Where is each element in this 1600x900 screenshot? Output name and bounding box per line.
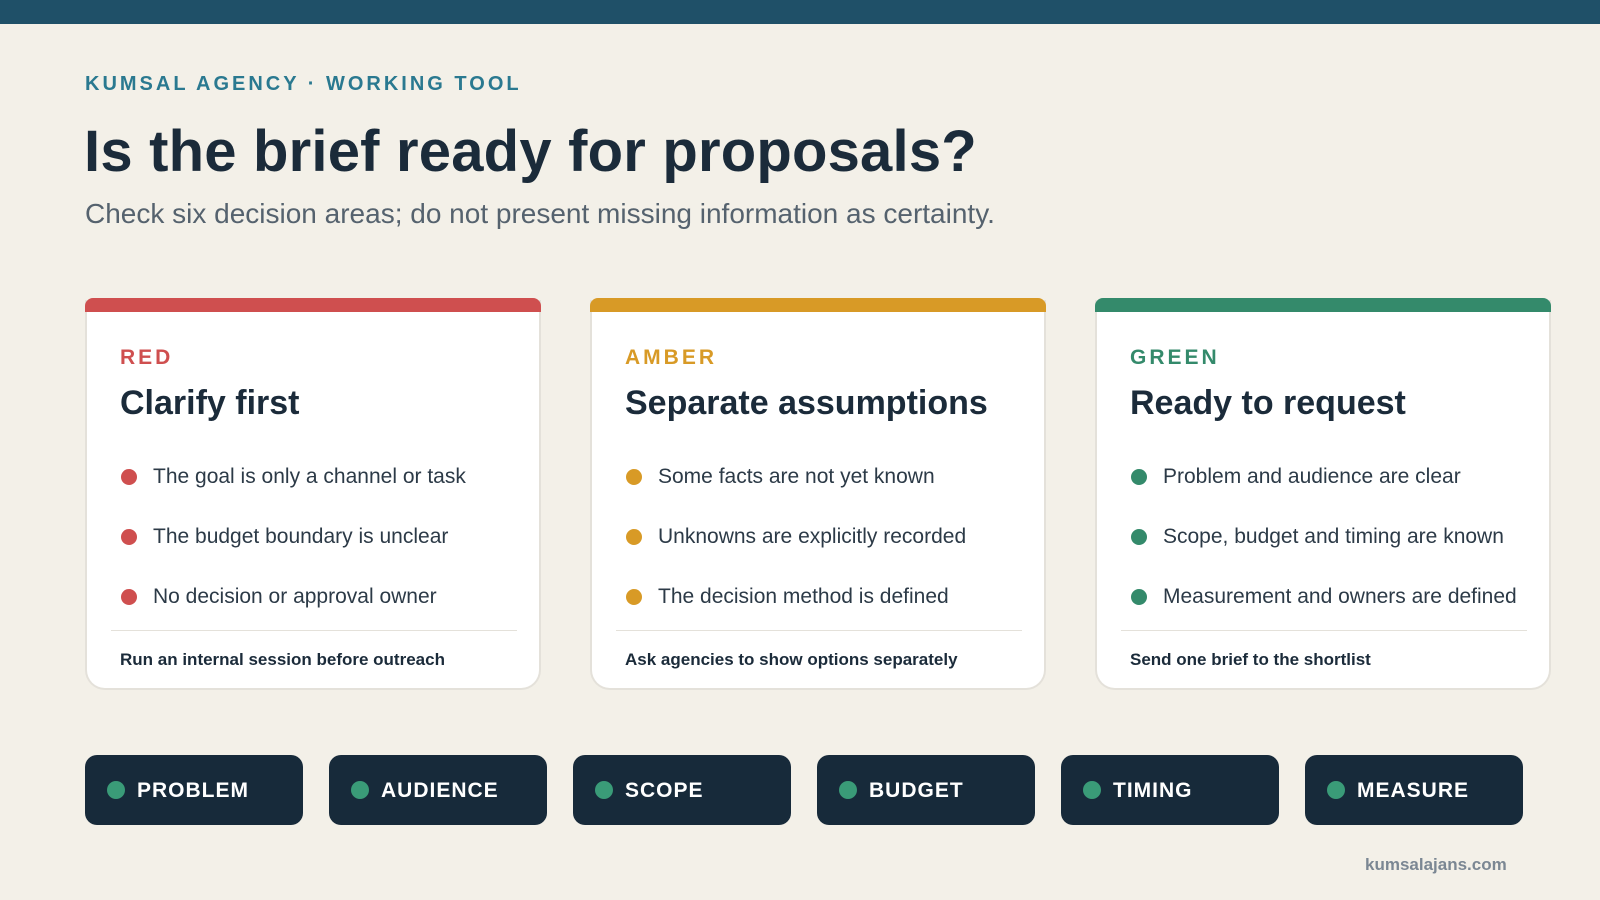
page-subtitle: Check six decision areas; do not present… [85, 198, 995, 229]
card-title: Ready to request [1130, 384, 1406, 422]
list-item: Problem and audience are clear [1130, 462, 1530, 522]
card-action: Ask agencies to show options separately [625, 650, 958, 669]
bullet-dot-icon [626, 469, 642, 485]
card-accent-bar [590, 298, 1046, 312]
list-item: Scope, budget and timing are known [1130, 522, 1530, 582]
status-dot-icon [1083, 781, 1101, 799]
list-item: Unknowns are explicitly recorded [625, 522, 1025, 582]
bullet-dot-icon [1131, 529, 1147, 545]
bullet-dot-icon [121, 589, 137, 605]
list-item-label: Measurement and owners are defined [1163, 585, 1517, 608]
bullet-dot-icon [1131, 469, 1147, 485]
list-item: No decision or approval owner [120, 582, 520, 642]
list-item-label: Scope, budget and timing are known [1163, 525, 1504, 548]
criteria-list: Problem and audience are clear Scope, bu… [1130, 462, 1530, 642]
list-item: Some facts are not yet known [625, 462, 1025, 522]
status-dot-icon [595, 781, 613, 799]
list-item: The decision method is defined [625, 582, 1025, 642]
card-tag: AMBER [625, 346, 717, 369]
site-url: kumsalajans.com [1365, 855, 1507, 874]
list-item-label: The budget boundary is unclear [153, 525, 449, 548]
list-item-label: Unknowns are explicitly recorded [658, 525, 967, 548]
card-title: Separate assumptions [625, 384, 988, 422]
card-title: Clarify first [120, 384, 300, 422]
area-pill-label: PROBLEM [137, 779, 249, 802]
list-item-label: Problem and audience are clear [1163, 465, 1461, 488]
area-pill-scope: SCOPE [573, 755, 791, 825]
status-dot-icon [107, 781, 125, 799]
criteria-list: The goal is only a channel or task The b… [120, 462, 520, 642]
list-item-label: Some facts are not yet known [658, 465, 935, 488]
list-item-label: The decision method is defined [658, 585, 949, 608]
card-accent-bar [1095, 298, 1551, 312]
bullet-dot-icon [121, 529, 137, 545]
area-pill-timing: TIMING [1061, 755, 1279, 825]
card-divider [1121, 630, 1527, 631]
card-action: Run an internal session before outreach [120, 650, 445, 669]
area-pill-problem: PROBLEM [85, 755, 303, 825]
page-title: Is the brief ready for proposals? [84, 119, 977, 184]
area-pill-label: BUDGET [869, 779, 964, 802]
area-pill-budget: BUDGET [817, 755, 1035, 825]
bullet-dot-icon [626, 589, 642, 605]
card-tag: RED [120, 346, 174, 369]
status-dot-icon [839, 781, 857, 799]
area-pill-label: AUDIENCE [381, 779, 499, 802]
card-action: Send one brief to the shortlist [1130, 650, 1371, 669]
card-tag: GREEN [1130, 346, 1220, 369]
status-card-green: GREEN Ready to request Problem and audie… [1095, 298, 1551, 690]
status-dot-icon [1327, 781, 1345, 799]
eyebrow-label: KUMSAL AGENCY · WORKING TOOL [85, 73, 522, 95]
area-pill-label: SCOPE [625, 779, 704, 802]
list-item: Measurement and owners are defined [1130, 582, 1530, 642]
area-pill-measure: MEASURE [1305, 755, 1523, 825]
card-divider [111, 630, 517, 631]
card-accent-bar [85, 298, 541, 312]
list-item: The goal is only a channel or task [120, 462, 520, 522]
area-pill-label: TIMING [1113, 779, 1193, 802]
bullet-dot-icon [626, 529, 642, 545]
card-divider [616, 630, 1022, 631]
top-accent-bar [0, 0, 1600, 24]
area-pill-audience: AUDIENCE [329, 755, 547, 825]
status-dot-icon [351, 781, 369, 799]
list-item: The budget boundary is unclear [120, 522, 520, 582]
list-item-label: The goal is only a channel or task [153, 465, 466, 488]
area-pill-label: MEASURE [1357, 779, 1470, 802]
criteria-list: Some facts are not yet known Unknowns ar… [625, 462, 1025, 642]
list-item-label: No decision or approval owner [153, 585, 437, 608]
status-card-amber: AMBER Separate assumptions Some facts ar… [590, 298, 1046, 690]
status-card-red: RED Clarify first The goal is only a cha… [85, 298, 541, 690]
bullet-dot-icon [121, 469, 137, 485]
bullet-dot-icon [1131, 589, 1147, 605]
